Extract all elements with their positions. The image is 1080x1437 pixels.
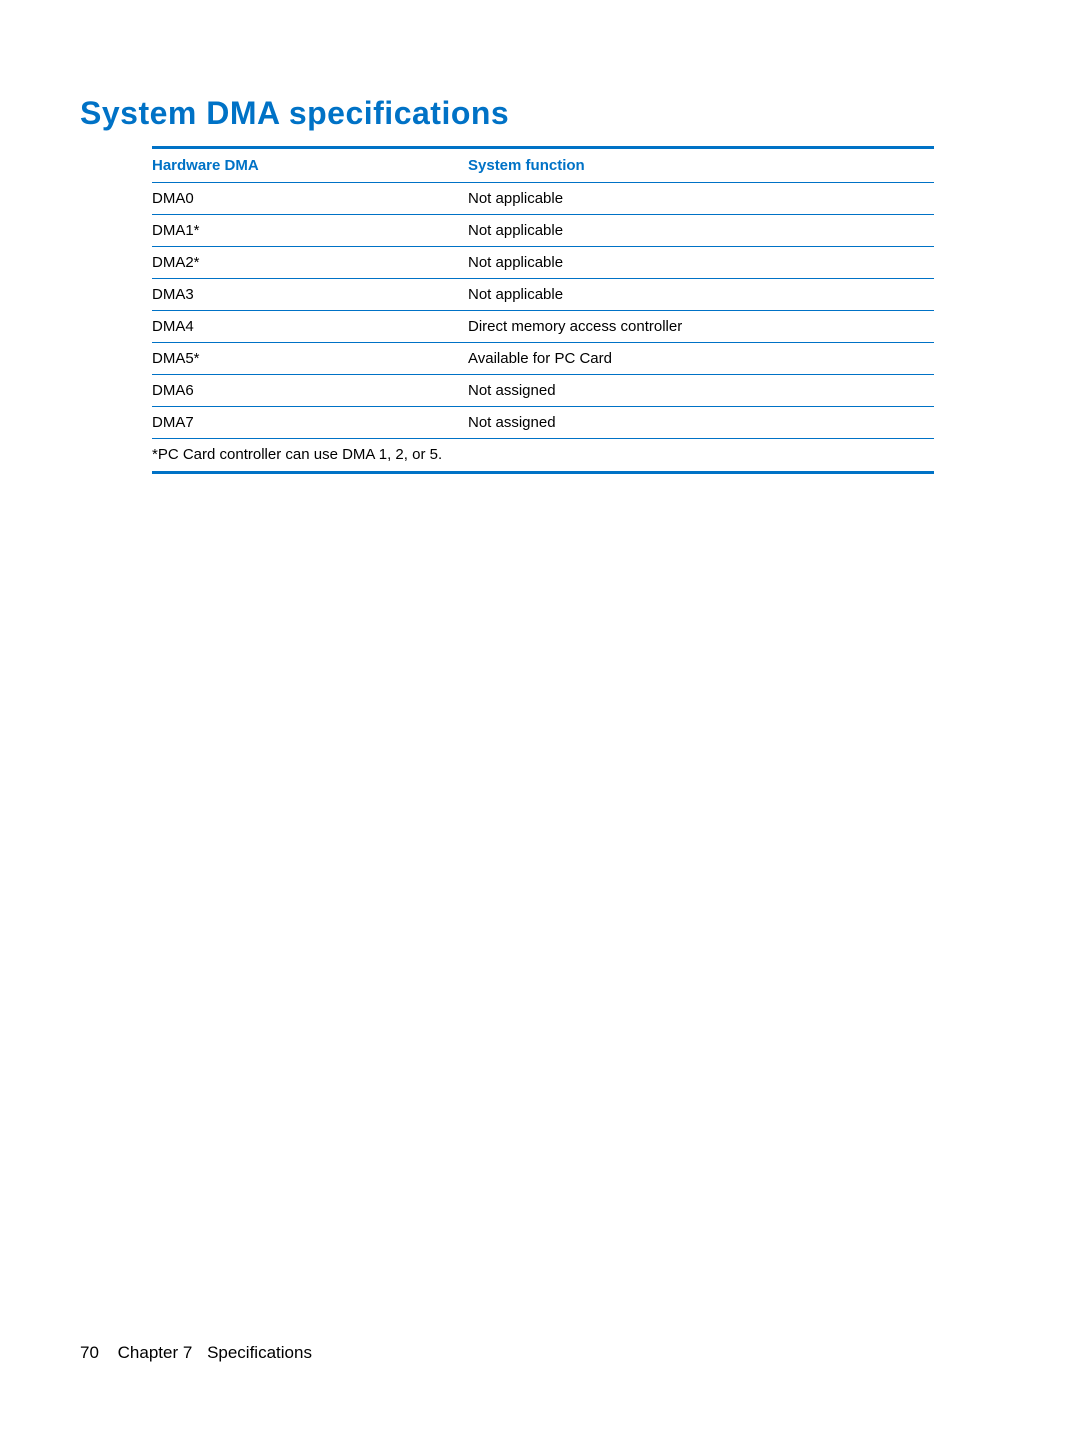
table-row: DMA5* Available for PC Card <box>152 343 934 375</box>
table-header-row: Hardware DMA System function <box>152 146 934 183</box>
cell-hardware: DMA6 <box>152 382 468 399</box>
cell-hardware: DMA5* <box>152 350 468 367</box>
table-row: DMA4 Direct memory access controller <box>152 311 934 343</box>
page-number: 70 <box>80 1343 99 1362</box>
chapter-title: Specifications <box>207 1343 312 1362</box>
table-row: DMA7 Not assigned <box>152 407 934 439</box>
cell-hardware: DMA3 <box>152 286 468 303</box>
cell-hardware: DMA0 <box>152 190 468 207</box>
chapter-label: Chapter 7 <box>118 1343 193 1362</box>
table-row: DMA3 Not applicable <box>152 279 934 311</box>
table-header-col2: System function <box>468 157 934 174</box>
dma-table: Hardware DMA System function DMA0 Not ap… <box>152 146 934 474</box>
cell-function: Not applicable <box>468 222 934 239</box>
page-heading: System DMA specifications <box>80 95 1000 132</box>
table-row: DMA2* Not applicable <box>152 247 934 279</box>
table-footnote: *PC Card controller can use DMA 1, 2, or… <box>152 446 934 463</box>
page-footer: 70 Chapter 7 Specifications <box>80 1343 312 1363</box>
cell-function: Not assigned <box>468 382 934 399</box>
cell-function: Not applicable <box>468 254 934 271</box>
table-row: DMA0 Not applicable <box>152 183 934 215</box>
table-header-col1: Hardware DMA <box>152 157 468 174</box>
cell-function: Not assigned <box>468 414 934 431</box>
cell-hardware: DMA2* <box>152 254 468 271</box>
cell-function: Available for PC Card <box>468 350 934 367</box>
cell-hardware: DMA1* <box>152 222 468 239</box>
table-row: DMA1* Not applicable <box>152 215 934 247</box>
cell-hardware: DMA4 <box>152 318 468 335</box>
table-row: DMA6 Not assigned <box>152 375 934 407</box>
table-footnote-row: *PC Card controller can use DMA 1, 2, or… <box>152 439 934 471</box>
cell-function: Direct memory access controller <box>468 318 934 335</box>
cell-hardware: DMA7 <box>152 414 468 431</box>
cell-function: Not applicable <box>468 190 934 207</box>
cell-function: Not applicable <box>468 286 934 303</box>
